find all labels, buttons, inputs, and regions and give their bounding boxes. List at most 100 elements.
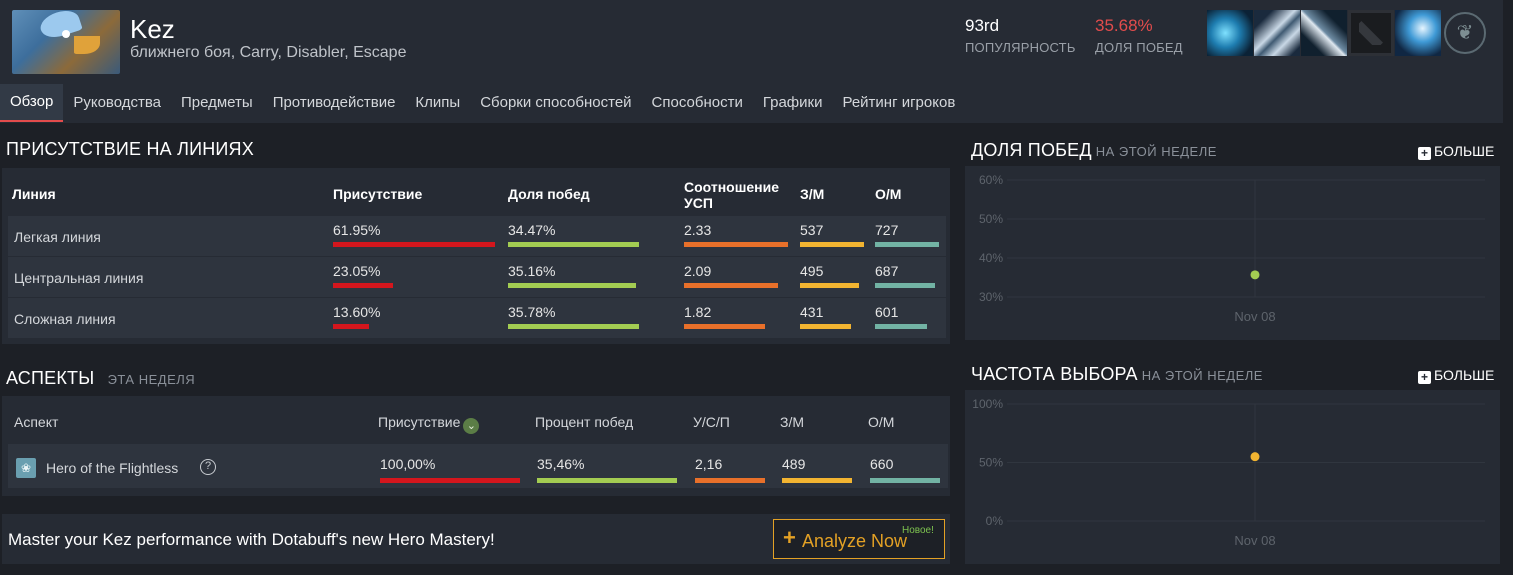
lane-xpm-bar	[875, 283, 935, 288]
lane-xpm-cell: 727	[875, 222, 939, 247]
winrate-more-button[interactable]: + БОЛЬШЕ	[1418, 143, 1494, 160]
item-1-icon[interactable]	[1207, 10, 1253, 56]
lane-kda-bar	[684, 283, 778, 288]
lane-gpm-cell: 431	[800, 304, 851, 329]
lane-gpm-value: 537	[800, 222, 824, 238]
col-kda[interactable]: Соотношение УСП	[684, 179, 796, 211]
col-aspect: Аспект	[14, 414, 59, 430]
hero-name: Kez	[130, 14, 175, 44]
y-tick-label: 40%	[979, 251, 1003, 265]
facet-leaf-icon[interactable]	[1444, 12, 1486, 54]
aspect-presence-cell: 100,00%	[380, 456, 520, 483]
pickrate-chart-subtitle: НА ЭТОЙ НЕДЕЛЕ	[1141, 368, 1263, 383]
lane-winrate-value: 35.78%	[508, 304, 556, 320]
lane-winrate-cell: 35.78%	[508, 304, 639, 329]
help-icon[interactable]: ?	[200, 459, 216, 475]
lane-xpm-value: 727	[875, 222, 899, 238]
lane-presence-cell: 61.95%	[333, 222, 495, 247]
col-aspect-presence[interactable]: Присутствие ⌄	[378, 414, 480, 434]
item-5-icon[interactable]	[1395, 10, 1441, 56]
lane-winrate-bar	[508, 283, 636, 288]
chevron-down-icon[interactable]: ⌄	[463, 418, 480, 434]
table-row: ❀ Hero of the Flightless ? 100,00% 35,46%…	[8, 444, 948, 488]
col-winrate[interactable]: Доля побед	[508, 186, 590, 202]
lane-kda-cell: 2.33	[684, 222, 788, 247]
tab-guides[interactable]: Руководства	[63, 84, 171, 122]
col-aspect-kda[interactable]: У/С/П	[693, 414, 730, 430]
tab-player-rankings[interactable]: Рейтинг игроков	[832, 84, 965, 122]
aspects-table: Аспект Присутствие ⌄ Процент побед У/С/П …	[2, 396, 950, 496]
new-badge: Новое!	[902, 525, 934, 536]
tab-counters[interactable]: Противодействие	[263, 84, 406, 122]
lane-name: Легкая линия	[14, 229, 101, 245]
analyze-now-button[interactable]: + Analyze Now Новое!	[773, 519, 945, 559]
lane-gpm-bar	[800, 283, 859, 288]
popular-items	[1207, 10, 1488, 56]
y-tick-label: 100%	[972, 397, 1003, 411]
item-3-icon[interactable]	[1301, 10, 1347, 56]
lane-gpm-value: 431	[800, 304, 824, 320]
lane-kda-bar	[684, 324, 765, 329]
tab-trends[interactable]: Графики	[753, 84, 833, 122]
promo-text: Master your Kez performance with Dotabuf…	[8, 530, 495, 549]
aspects-title-text: АСПЕКТЫ	[6, 368, 95, 388]
aspect-xpm-value: 660	[870, 456, 894, 472]
lane-presence-bar	[333, 324, 369, 329]
aspect-gpm-cell: 489	[782, 456, 852, 483]
lane-xpm-bar	[875, 324, 927, 329]
tab-clips[interactable]: Клипы	[405, 84, 470, 122]
lane-presence-value: 13.60%	[333, 304, 381, 320]
lane-name: Сложная линия	[14, 311, 116, 327]
tab-items[interactable]: Предметы	[171, 84, 263, 122]
hero-roles: ближнего боя, Carry, Disabler, Escape	[130, 44, 407, 61]
item-2-icon[interactable]	[1254, 10, 1300, 56]
tab-abilities[interactable]: Способности	[642, 84, 753, 122]
winrate-chart-title-text: ДОЛЯ ПОБЕД	[971, 140, 1092, 160]
aspect-winrate-cell: 35,46%	[537, 456, 677, 483]
lane-gpm-cell: 495	[800, 263, 859, 288]
col-aspect-xpm[interactable]: О/М	[868, 414, 894, 430]
aspects-title: АСПЕКТЫ ЭТА НЕДЕЛЯ	[6, 368, 195, 389]
col-aspect-winrate[interactable]: Процент побед	[535, 414, 633, 430]
lanes-title: ПРИСУТСТВИЕ НА ЛИНИЯХ	[6, 139, 254, 159]
aspect-name: Hero of the Flightless	[46, 460, 179, 476]
aspect-kda-bar	[695, 478, 765, 483]
popularity-value: 93rd	[965, 16, 1000, 35]
y-tick-label: 50%	[979, 212, 1003, 226]
aspect-icon: ❀	[16, 458, 36, 478]
lane-presence-bar	[333, 283, 393, 288]
aspect-gpm-bar	[782, 478, 852, 483]
lane-kda-bar	[684, 242, 788, 247]
hero-tabs: Обзор Руководства Предметы Противодейств…	[0, 84, 965, 122]
lane-winrate-bar	[508, 242, 639, 247]
col-gpm[interactable]: З/М	[800, 186, 824, 202]
lane-gpm-cell: 537	[800, 222, 864, 247]
tab-overview[interactable]: Обзор	[0, 84, 64, 122]
col-aspect-gpm[interactable]: З/М	[780, 414, 804, 430]
dota-logo-icon[interactable]	[1348, 10, 1394, 56]
data-point[interactable]	[1250, 270, 1260, 280]
aspect-presence-value: 100,00%	[380, 456, 436, 472]
col-presence[interactable]: Присутствие	[333, 186, 422, 202]
winrate-stat: 35.68% ДОЛЯ ПОБЕД	[1095, 16, 1183, 55]
col-xpm[interactable]: О/М	[875, 186, 901, 202]
y-tick-label: 30%	[979, 290, 1003, 304]
aspect-xpm-bar	[870, 478, 940, 483]
tab-ability-builds[interactable]: Сборки способностей	[470, 84, 641, 122]
lane-winrate-bar	[508, 324, 639, 329]
y-tick-label: 60%	[979, 173, 1003, 187]
aspect-winrate-bar	[537, 478, 677, 483]
lane-kda-cell: 2.09	[684, 263, 778, 288]
hero-portrait[interactable]	[12, 10, 120, 74]
lane-kda-cell: 1.82	[684, 304, 765, 329]
plus-icon: +	[783, 525, 796, 550]
winrate-label: ДОЛЯ ПОБЕД	[1095, 40, 1183, 55]
x-tick-label: Nov 08	[1234, 309, 1275, 324]
popularity-stat: 93rd ПОПУЛЯРНОСТЬ	[965, 16, 1076, 55]
pickrate-more-button[interactable]: + БОЛЬШЕ	[1418, 367, 1494, 384]
lane-xpm-bar	[875, 242, 939, 247]
analyze-now-label: Analyze Now	[802, 531, 908, 551]
data-point[interactable]	[1250, 452, 1260, 462]
pickrate-chart-title-text: ЧАСТОТА ВЫБОРА	[971, 364, 1138, 384]
col-lane: Линия	[12, 186, 56, 202]
